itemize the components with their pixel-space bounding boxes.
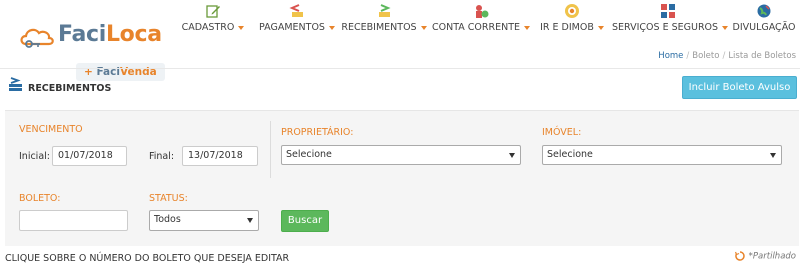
shared-icon	[734, 251, 745, 261]
imovel-select[interactable]: Selecione	[542, 145, 782, 165]
status-label: STATUS:	[149, 193, 188, 204]
inicial-label: Inicial:	[19, 151, 50, 162]
brand-name: FaciLoca	[58, 22, 162, 47]
proprietario-label: PROPRIETÁRIO:	[281, 127, 354, 138]
nav-item-ir-dimob[interactable]: IR E DIMOB	[532, 0, 612, 40]
boleto-label: BOLETO:	[19, 193, 61, 204]
puzzle-icon	[661, 4, 675, 18]
vencimento-label: VENCIMENTO	[19, 124, 83, 135]
brand-logo[interactable]: FaciLoca + FaciVenda	[18, 18, 168, 81]
payments-icon	[289, 4, 303, 17]
breadcrumb: Home / Boleto / Lista de Boletos	[658, 51, 796, 61]
inicial-date-input[interactable]: 01/07/2018	[52, 146, 127, 166]
facivenda-badge[interactable]: + FaciVenda	[76, 63, 165, 81]
imovel-label: IMÓVEL:	[542, 127, 582, 138]
nav-item-conta-corrente[interactable]: CONTA CORRENTE	[430, 0, 532, 40]
globe-icon	[757, 4, 771, 18]
shared-legend: *Partilhado	[734, 251, 796, 262]
breadcrumb-home[interactable]: Home	[658, 51, 683, 61]
proprietario-select[interactable]: Selecione	[281, 145, 521, 165]
nav-item-divulgacao[interactable]: DIVULGAÇÃO	[724, 0, 800, 40]
instruction-text: CLIQUE SOBRE O NÚMERO DO BOLETO QUE DESE…	[5, 253, 290, 264]
dropdown-arrow-icon	[770, 153, 776, 158]
receipts-icon	[379, 4, 391, 17]
dropdown-arrow-icon	[247, 218, 253, 223]
nav-item-pagamentos[interactable]: PAGAMENTOS	[256, 0, 338, 40]
edit-icon	[206, 5, 220, 18]
nav-item-recebimentos[interactable]: RECEBIMENTOS	[338, 0, 430, 40]
boleto-input[interactable]	[19, 210, 128, 231]
filter-divider	[270, 121, 271, 178]
breadcrumb-boleto[interactable]: Boleto	[692, 51, 719, 61]
main-nav: CADASTRO PAGAMENTOS RECEBIMENTOS CONTA C…	[170, 0, 800, 40]
search-button[interactable]: Buscar	[281, 210, 329, 232]
lion-icon	[565, 4, 579, 18]
final-date-input[interactable]: 13/07/2018	[182, 146, 258, 166]
dropdown-arrow-icon	[509, 153, 515, 158]
cloud-key-icon	[20, 28, 54, 48]
receipts-section-icon	[9, 77, 22, 91]
page-title: RECEBIMENTOS	[28, 83, 112, 94]
header-divider	[0, 68, 800, 69]
account-icon	[476, 5, 489, 18]
breadcrumb-current: Lista de Boletos	[728, 51, 796, 61]
status-select[interactable]: Todos	[149, 210, 259, 231]
add-boleto-avulso-button[interactable]: Incluir Boleto Avulso	[682, 76, 797, 99]
nav-item-cadastro[interactable]: CADASTRO	[170, 0, 256, 40]
final-label: Final:	[149, 151, 175, 162]
nav-item-servicos-seguros[interactable]: SERVIÇOS E SEGUROS	[612, 0, 729, 40]
